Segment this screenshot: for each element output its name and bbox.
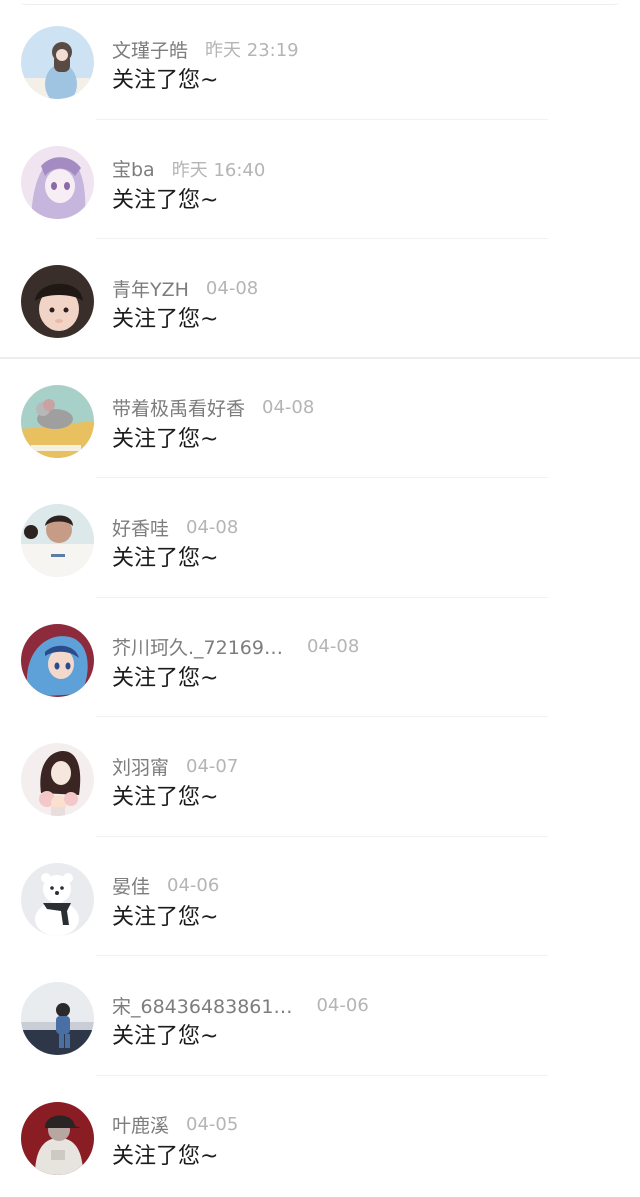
follower-name[interactable]: 宝ba xyxy=(112,155,155,182)
follow-time: 昨天 16:40 xyxy=(171,159,266,181)
girl-with-flower-avatar[interactable] xyxy=(21,26,94,99)
list-item[interactable]: 文瑾子皓 昨天 23:19 关注了您~ xyxy=(0,0,640,120)
follower-name[interactable]: 刘羽甯 xyxy=(112,753,169,780)
list-item[interactable]: 叶鹿溪 04-05 关注了您~ xyxy=(0,1076,640,1196)
follower-name[interactable]: 文瑾子皓 xyxy=(112,36,188,63)
follow-message: 关注了您~ xyxy=(112,426,219,452)
list-item[interactable]: 芥川珂久._72169… 04-08 关注了您~ xyxy=(0,598,640,717)
follow-message: 关注了您~ xyxy=(112,904,219,930)
person-sitting-avatar[interactable] xyxy=(21,982,94,1055)
list-item[interactable]: 宋_68436483861… 04-06 关注了您~ xyxy=(0,956,640,1076)
follow-message: 关注了您~ xyxy=(112,546,219,571)
follower-name[interactable]: 叶鹿溪 xyxy=(112,1111,169,1138)
follower-name[interactable]: 带着极禹看好香 xyxy=(112,394,245,421)
follow-time: 04-08 xyxy=(262,397,315,418)
follower-name[interactable]: 青年YZH xyxy=(112,275,189,302)
follow-message: 关注了您~ xyxy=(112,785,219,810)
anime-blue-hair-avatar[interactable] xyxy=(21,623,94,697)
follow-message: 关注了您~ xyxy=(112,307,219,332)
list-item[interactable]: 带着极禹看好香 04-08 关注了您~ xyxy=(0,359,640,478)
follow-time: 昨天 23:19 xyxy=(205,40,299,61)
school-boy-avatar[interactable] xyxy=(21,504,94,577)
follow-time: 04-08 xyxy=(186,516,239,538)
list-item[interactable]: 刘羽甯 04-07 关注了您~ xyxy=(0,717,640,837)
follower-name[interactable]: 芥川珂久._72169… xyxy=(112,633,283,660)
follow-time: 04-08 xyxy=(306,636,360,657)
snow-bear-avatar[interactable] xyxy=(21,862,94,936)
anime-girl-purple-avatar[interactable] xyxy=(21,145,94,219)
follow-time: 04-06 xyxy=(316,994,369,1016)
follower-name[interactable]: 晏佳 xyxy=(112,872,150,899)
list-item[interactable]: 青年YZH 04-08 关注了您~ xyxy=(0,239,640,359)
follow-message: 关注了您~ xyxy=(112,1143,219,1169)
follow-time: 04-06 xyxy=(167,875,220,896)
person-cap-avatar[interactable] xyxy=(21,1101,94,1175)
follower-name[interactable]: 宋_68436483861… xyxy=(112,992,292,1019)
follow-message: 关注了您~ xyxy=(112,187,219,213)
follow-time: 04-05 xyxy=(186,1114,239,1135)
follower-notification-list: 文瑾子皓 昨天 23:19 关注了您~ 宝ba 昨天 16:40 关注了您~ 青… xyxy=(0,0,640,1195)
list-item[interactable]: 宝ba 昨天 16:40 关注了您~ xyxy=(0,120,640,239)
girl-bouquet-avatar[interactable] xyxy=(21,743,94,816)
follow-message: 关注了您~ xyxy=(112,665,219,691)
follow-message: 关注了您~ xyxy=(112,68,219,93)
follow-time: 04-08 xyxy=(205,277,259,299)
follow-message: 关注了您~ xyxy=(112,1024,219,1049)
child-photo-avatar[interactable] xyxy=(21,265,94,338)
cartoon-mouse-avatar[interactable] xyxy=(21,384,94,458)
follow-time: 04-07 xyxy=(186,755,239,777)
list-item[interactable]: 好香哇 04-08 关注了您~ xyxy=(0,478,640,598)
list-item[interactable]: 晏佳 04-06 关注了您~ xyxy=(0,837,640,956)
follower-name[interactable]: 好香哇 xyxy=(112,514,169,541)
